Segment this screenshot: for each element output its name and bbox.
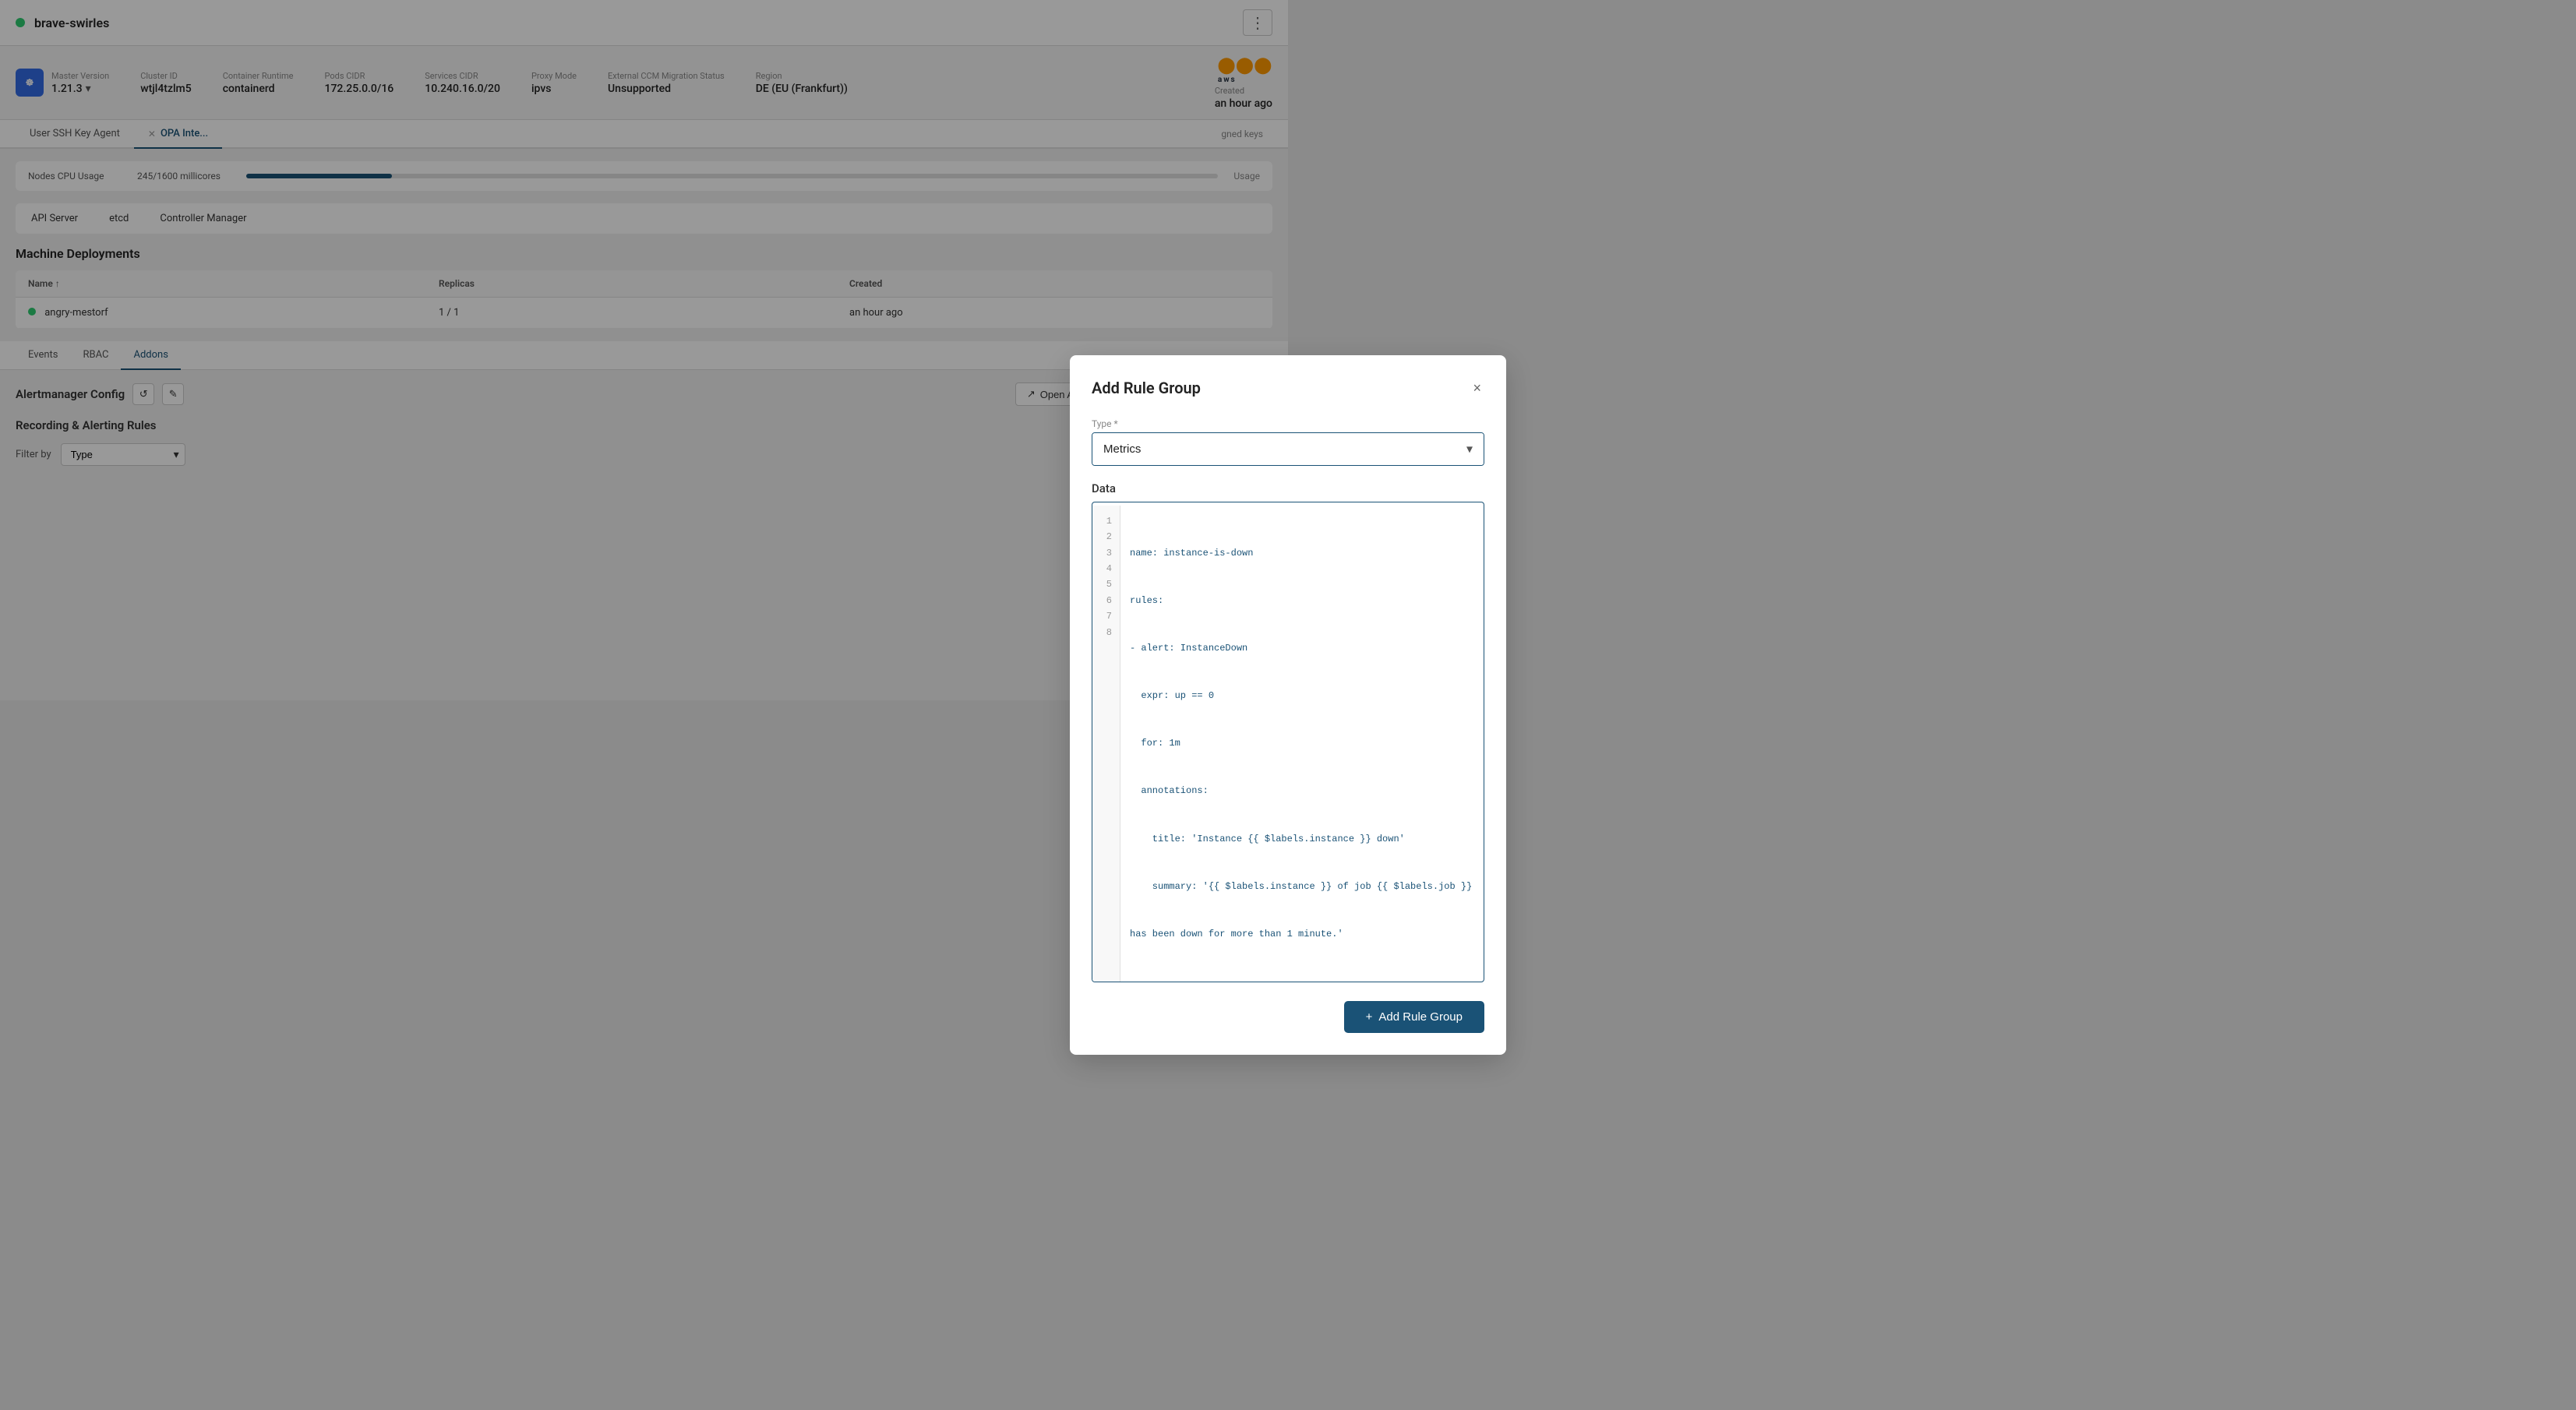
code-line-9: has been down for more than 1 minute.'	[1130, 926, 1474, 942]
yaml-label: YAML	[1102, 502, 1131, 505]
line-numbers: 1 2 3 4 5 6 7 8	[1092, 506, 1120, 982]
code-line-5: for: 1m	[1130, 735, 1474, 751]
modal-overlay[interactable]: Add Rule Group × Type * Metrics Logs ▾ D…	[0, 0, 2576, 1410]
line-num-4: 4	[1100, 561, 1112, 576]
data-section: Data YAML 1 2 3 4 5 6 7 8 name: ins	[1092, 481, 1484, 982]
code-line-3: - alert: InstanceDown	[1130, 640, 1474, 656]
yaml-editor[interactable]: YAML 1 2 3 4 5 6 7 8 name: instance-is-d…	[1092, 502, 1484, 982]
modal-plus-icon: +	[1366, 1010, 1373, 1024]
modal-title: Add Rule Group	[1092, 379, 1201, 397]
code-line-2: rules:	[1130, 593, 1474, 608]
type-select[interactable]: Metrics Logs	[1092, 433, 1484, 465]
modal-close-button[interactable]: ×	[1470, 377, 1484, 400]
add-rule-group-modal: Add Rule Group × Type * Metrics Logs ▾ D…	[1070, 355, 1506, 1055]
line-num-8: 8	[1100, 625, 1112, 640]
code-line-4: expr: up == 0	[1130, 688, 1474, 703]
yaml-content: 1 2 3 4 5 6 7 8 name: instance-is-down r…	[1092, 506, 1484, 982]
line-num-1: 1	[1100, 513, 1112, 529]
modal-header: Add Rule Group ×	[1092, 377, 1484, 400]
data-label: Data	[1092, 481, 1484, 495]
type-field-label: Type *	[1092, 418, 1484, 429]
code-line-6: annotations:	[1130, 783, 1474, 798]
line-num-5: 5	[1100, 576, 1112, 592]
modal-footer: + Add Rule Group	[1092, 1001, 1484, 1033]
code-line-7: title: 'Instance {{ $labels.instance }} …	[1130, 831, 1474, 847]
line-num-3: 3	[1100, 545, 1112, 561]
code-area[interactable]: name: instance-is-down rules: - alert: I…	[1120, 506, 1484, 982]
modal-add-rule-group-button[interactable]: + Add Rule Group	[1344, 1001, 1484, 1033]
line-num-7: 7	[1100, 608, 1112, 624]
code-line-8: summary: '{{ $labels.instance }} of job …	[1130, 879, 1474, 894]
modal-add-button-label: Add Rule Group	[1378, 1010, 1463, 1024]
line-num-6: 6	[1100, 593, 1112, 608]
code-line-1: name: instance-is-down	[1130, 545, 1474, 561]
type-select-wrapper: Metrics Logs ▾	[1092, 432, 1484, 466]
line-num-2: 2	[1100, 529, 1112, 545]
type-form-field: Type * Metrics Logs ▾	[1092, 418, 1484, 466]
